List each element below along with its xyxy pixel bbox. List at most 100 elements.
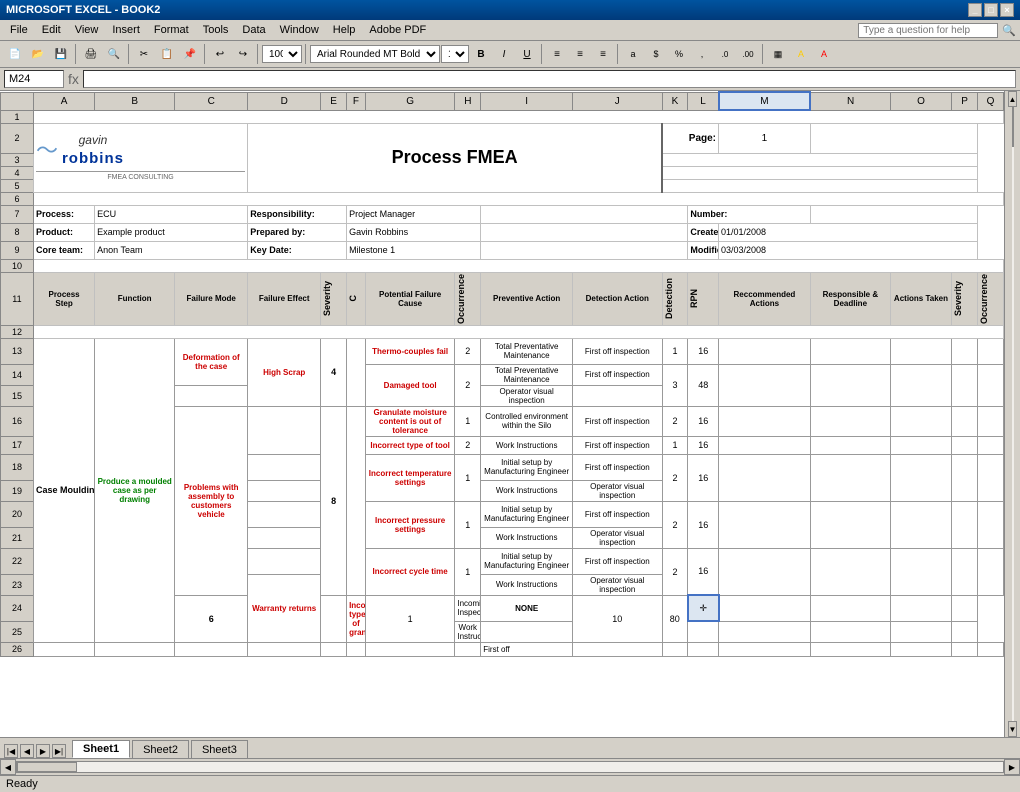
actions-r24[interactable] xyxy=(810,595,890,621)
rec-r18[interactable] xyxy=(719,454,811,501)
prev-action-r15[interactable] xyxy=(175,385,248,406)
sev-r26[interactable] xyxy=(321,642,347,656)
paste-button[interactable]: 📌 xyxy=(179,43,201,65)
formula-input[interactable] xyxy=(83,70,1016,88)
scroll-thumb[interactable] xyxy=(1012,107,1014,147)
keydate-value[interactable]: Milestone 1 xyxy=(347,241,481,259)
occ-r18[interactable]: 1 xyxy=(455,454,481,501)
scroll-area[interactable]: A B C D E F G H I J K L M N O xyxy=(0,91,1004,737)
actions-taken-r14[interactable] xyxy=(890,364,951,406)
sev2-r16[interactable] xyxy=(952,406,978,436)
number-value[interactable] xyxy=(810,205,977,223)
pfc-r26[interactable] xyxy=(365,642,454,656)
rpn-r22[interactable]: 16 xyxy=(688,548,719,595)
close-button[interactable]: × xyxy=(1000,3,1014,17)
menu-help[interactable]: Help xyxy=(327,22,362,38)
det-r26[interactable] xyxy=(573,642,662,656)
rpn-r20[interactable]: 16 xyxy=(688,501,719,548)
menu-data[interactable]: Data xyxy=(236,22,271,38)
percent-button[interactable]: % xyxy=(668,43,690,65)
col-header-J[interactable]: J xyxy=(573,92,662,110)
prev-action-r20[interactable]: Initial setup by Manufacturing Engineer xyxy=(481,501,573,527)
sheet-tab-3[interactable]: Sheet3 xyxy=(191,740,248,758)
det-action-r22[interactable]: First off inspection xyxy=(573,548,662,574)
resp-r22[interactable] xyxy=(810,548,890,595)
col-header-E[interactable]: E xyxy=(321,92,347,110)
sheet-tab-2[interactable]: Sheet2 xyxy=(132,740,189,758)
rpn-r18[interactable]: 16 xyxy=(688,454,719,501)
det-action-r13[interactable]: First off inspection xyxy=(573,338,662,364)
menu-insert[interactable]: Insert xyxy=(106,22,146,38)
rec-r24[interactable]: ✛ xyxy=(688,595,719,621)
zoom-select[interactable]: 100% 75% 50% xyxy=(262,45,302,63)
failure-effect-r16[interactable] xyxy=(248,406,321,454)
save-button[interactable]: 💾 xyxy=(50,43,72,65)
row6-cell[interactable] xyxy=(33,192,1003,205)
occ-cell-r14[interactable]: 2 xyxy=(455,364,481,406)
scroll-up-button[interactable]: ▲ xyxy=(1008,91,1018,107)
col-header-B[interactable]: B xyxy=(95,92,175,110)
underline-button[interactable]: U xyxy=(516,43,538,65)
sev2-r13[interactable] xyxy=(952,338,978,364)
col-header-F[interactable]: F xyxy=(347,92,366,110)
pfc-r16[interactable]: Granulate moisture content is out of tol… xyxy=(365,406,454,436)
col-header-I[interactable]: I xyxy=(481,92,573,110)
modified-value[interactable]: 03/03/2008 xyxy=(719,241,978,259)
menu-window[interactable]: Window xyxy=(274,22,325,38)
occ2-r18[interactable] xyxy=(977,454,1003,501)
det-action-r20[interactable]: First off inspection xyxy=(573,501,662,527)
col-header-A[interactable]: A xyxy=(33,92,94,110)
resp-r25[interactable] xyxy=(719,621,811,642)
col-header-K[interactable]: K xyxy=(662,92,688,110)
prev-action-r18[interactable]: Initial setup by Manufacturing Engineer xyxy=(481,454,573,480)
rec-r16[interactable] xyxy=(719,406,811,436)
menu-edit[interactable]: Edit xyxy=(36,22,67,38)
font-select[interactable]: Arial Rounded MT Bold Arial xyxy=(310,45,440,63)
scroll-down-button[interactable]: ▼ xyxy=(1008,721,1018,737)
rpn-r13[interactable]: 16 xyxy=(688,338,719,364)
scroll-left-button[interactable]: ◀ xyxy=(0,759,16,775)
resp-r24[interactable] xyxy=(719,595,811,621)
prev-action-r19[interactable]: Work Instructions xyxy=(481,480,573,501)
occ-r20[interactable]: 1 xyxy=(455,501,481,548)
menu-file[interactable]: File xyxy=(4,22,34,38)
det-r18[interactable]: 2 xyxy=(662,454,688,501)
det-action-r19[interactable]: Operator visual inspection xyxy=(573,480,662,501)
row10-cell[interactable] xyxy=(33,259,1003,272)
rec-actions-r14[interactable] xyxy=(719,364,811,406)
process-step-cell[interactable]: Case Moulding xyxy=(33,338,94,642)
failure-effect-r20[interactable] xyxy=(248,501,321,527)
det-action-r14[interactable]: First off inspection xyxy=(573,364,662,385)
fill-color-button[interactable]: A xyxy=(790,43,812,65)
resp-r20[interactable] xyxy=(810,501,890,548)
bold-button[interactable]: B xyxy=(470,43,492,65)
pfc-r20[interactable]: Incorrect pressure settings xyxy=(365,501,454,548)
sheet-next-button[interactable]: ▶ xyxy=(36,744,50,758)
prev-action-r22[interactable]: Initial setup by Manufacturing Engineer xyxy=(481,548,573,574)
created-value[interactable]: 01/01/2008 xyxy=(719,223,978,241)
c-cell-r13[interactable] xyxy=(347,338,366,406)
c-r24[interactable] xyxy=(321,595,347,642)
pfc-r18[interactable]: Incorrect temperature settings xyxy=(365,454,454,501)
det-r24[interactable]: 10 xyxy=(573,595,662,642)
det-r16[interactable]: 2 xyxy=(662,406,688,436)
minimize-button[interactable]: _ xyxy=(968,3,982,17)
process-step-r26[interactable] xyxy=(33,642,94,656)
det-r22[interactable]: 2 xyxy=(662,548,688,595)
comma-button[interactable]: , xyxy=(691,43,713,65)
occ-r16[interactable]: 1 xyxy=(455,406,481,436)
actions-r26[interactable] xyxy=(890,642,951,656)
prev-action-r13[interactable]: Total Preventative Maintenance xyxy=(481,338,573,364)
rpn-r17[interactable]: 16 xyxy=(688,436,719,454)
failure-effect-r22[interactable] xyxy=(248,548,321,574)
occ2-r25[interactable] xyxy=(952,621,978,642)
cell-reference[interactable]: M24 xyxy=(4,70,64,88)
resp-r14[interactable] xyxy=(810,364,890,406)
scroll-right-button[interactable]: ▶ xyxy=(1004,759,1020,775)
resp-r16[interactable] xyxy=(810,406,890,436)
new-button[interactable]: 📄 xyxy=(4,43,26,65)
prepared-value[interactable]: Gavin Robbins xyxy=(347,223,481,241)
col-header-D[interactable]: D xyxy=(248,92,321,110)
currency-button[interactable]: $ xyxy=(645,43,667,65)
col-header-O[interactable]: O xyxy=(890,92,951,110)
